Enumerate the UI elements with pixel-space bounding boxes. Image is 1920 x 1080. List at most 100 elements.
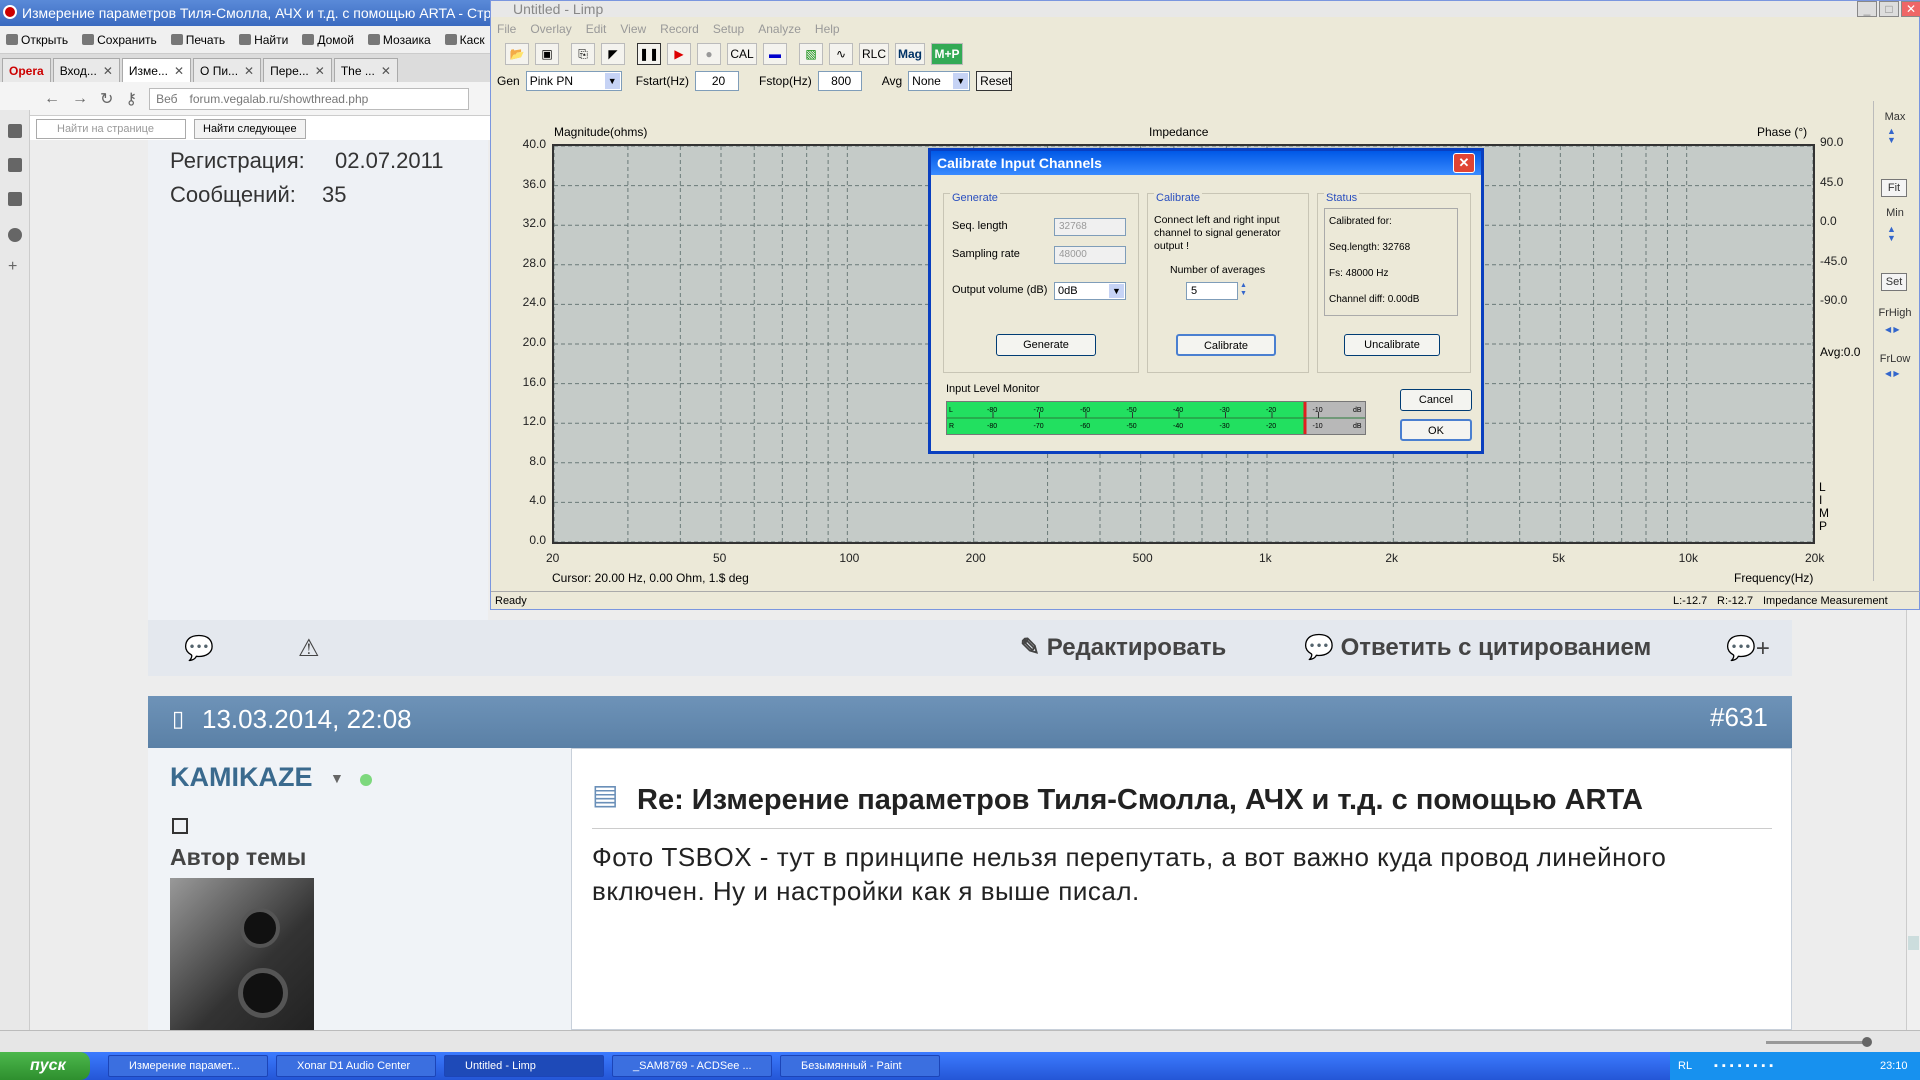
task-limp[interactable]: Untitled - Limp [444,1055,604,1077]
menu-overlay[interactable]: Overlay [530,19,571,39]
add-panel-icon[interactable]: + [8,259,22,275]
cancel-button[interactable]: Cancel [1400,389,1472,411]
start-button[interactable]: пуск [0,1052,90,1080]
bookmarks-icon[interactable] [8,124,22,138]
generate-button[interactable]: Generate [996,334,1096,356]
checkbox[interactable] [172,818,188,834]
close-icon[interactable]: ✕ [244,60,254,82]
generator-select[interactable]: Pink PN ▼ [525,71,622,91]
downloads-icon[interactable] [8,192,22,206]
tab-the[interactable]: The ... ✕ [333,58,398,82]
speaker-woofer [240,908,280,948]
opera-menu-tab[interactable]: Opera [2,58,51,82]
minimize-button[interactable]: _ [1857,1,1877,17]
language-indicator[interactable]: RL [1678,1052,1692,1080]
flag-icon[interactable]: ▬ [763,43,787,65]
menu-view[interactable]: View [620,19,646,39]
rlc-button[interactable]: RLC [859,43,889,65]
menu-record[interactable]: Record [660,19,699,39]
speaker-woofer [238,968,288,1018]
averages-input[interactable]: 5 [1186,282,1238,300]
history-icon[interactable] [8,228,22,242]
close-icon[interactable]: ✕ [381,60,391,82]
find-input[interactable]: Найти на странице [36,119,186,139]
post-number[interactable]: #631 [1710,702,1768,733]
zoom-slider-handle[interactable] [1862,1037,1872,1047]
back-icon[interactable]: ← [44,90,60,108]
menu-setup[interactable]: Setup [713,19,744,39]
mag-button[interactable]: Mag [895,43,925,65]
multiquote-icon[interactable]: 💬+ [1726,634,1770,663]
record-button[interactable]: ● [697,43,721,65]
task-acdsee[interactable]: _SAM8769 - ACDSee ... [612,1055,772,1077]
quote-icon[interactable]: 💬 [184,634,214,663]
notes-icon[interactable] [8,158,22,172]
task-opera[interactable]: Измерение парамет... [108,1055,268,1077]
tab-login[interactable]: Вход... ✕ [52,58,120,82]
tab-about[interactable]: О Пи... ✕ [193,58,262,82]
calibrate-button[interactable]: Calibrate [1176,334,1276,356]
menu-help[interactable]: Help [815,19,840,39]
menu-edit[interactable]: Edit [586,19,607,39]
close-icon[interactable]: ✕ [103,60,113,82]
cal-button[interactable]: CAL [727,43,757,65]
reset-button[interactable]: Reset [976,71,1013,91]
play-button[interactable]: ▶ [667,43,691,65]
avatar[interactable] [170,878,314,1030]
quote-reply-icon: 💬 [1304,634,1341,661]
reply-quote-button[interactable]: 💬 Ответить с цитированием [1304,633,1651,662]
output-volume-select[interactable]: 0dB ▼ [1054,282,1126,300]
save-button[interactable]: Сохранить [82,33,157,47]
open-icon[interactable]: 📂 [505,43,529,65]
address-field[interactable]: Веб forum.vegalab.ru/showthread.php [149,87,470,110]
sampling-rate-field[interactable]: 48000 [1054,246,1126,264]
meter-tick-label: -20 [1266,407,1276,414]
task-xonar[interactable]: Xonar D1 Audio Center [276,1055,436,1077]
chevron-down-icon[interactable]: ▼ [330,770,344,786]
copy-icon[interactable]: ⎘ [571,43,595,65]
close-icon[interactable]: ✕ [1453,153,1475,173]
open-button[interactable]: Открыть [6,33,68,47]
forward-icon[interactable]: → [72,90,88,108]
averages-spinner[interactable]: ▲ ▼ [1240,282,1247,298]
opera-logo-icon [3,5,17,19]
tab-measurement[interactable]: Изме... ✕ [121,58,192,82]
uncalibrate-button[interactable]: Uncalibrate [1344,334,1440,356]
waveform-icon[interactable]: ∿ [829,43,853,65]
print-button[interactable]: Печать [170,33,225,47]
fstop-input[interactable]: 800 [817,71,862,91]
reload-icon[interactable]: ↻ [100,89,113,109]
zoom-slider[interactable] [1766,1037,1872,1047]
mp-button[interactable]: M+P [931,43,963,65]
report-icon[interactable]: ⚠ [298,634,320,663]
menu-analyze[interactable]: Analyze [758,19,801,39]
save-icon[interactable]: ▣ [535,43,559,65]
pause-button[interactable]: ❚❚ [637,43,661,65]
avg-select[interactable]: None ▼ [908,71,971,91]
maximize-button[interactable]: □ [1879,1,1899,17]
scrollbar-thumb[interactable] [1908,936,1919,950]
marker-icon[interactable]: ◤ [601,43,625,65]
messages-count: 35 [322,182,347,207]
ok-button[interactable]: OK [1400,419,1472,441]
close-icon[interactable]: ✕ [315,60,325,82]
tile-button[interactable]: Мозаика [367,33,431,47]
find-button[interactable]: Найти [239,33,288,47]
grid-icon[interactable]: ▧ [799,43,823,65]
address-bar-row: ← → ↻ ⚷ Веб forum.vegalab.ru/showthread.p… [0,82,490,116]
y-tick-label: 12.0 [522,414,546,429]
edit-button[interactable]: ✎ Редактировать [1020,633,1226,662]
home-button[interactable]: Домой [302,33,354,47]
task-paint[interactable]: Безымянный - Paint [780,1055,940,1077]
menu-file[interactable]: File [497,19,516,39]
cascade-button[interactable]: Каск [444,33,485,47]
close-icon[interactable]: ✕ [174,60,184,82]
close-button[interactable]: ✕ [1901,1,1920,17]
fstart-input[interactable]: 20 [695,71,740,91]
find-next-button[interactable]: Найти следующее [194,119,306,139]
key-icon[interactable]: ⚷ [125,89,137,109]
tab-translate[interactable]: Пере... ✕ [263,58,332,82]
tray-icons[interactable]: ▪▪▪▪▪▪▪▪ [1714,1052,1777,1080]
author-name[interactable]: KAMIKAZE [170,762,313,793]
seq-length-field[interactable]: 32768 [1054,218,1126,236]
